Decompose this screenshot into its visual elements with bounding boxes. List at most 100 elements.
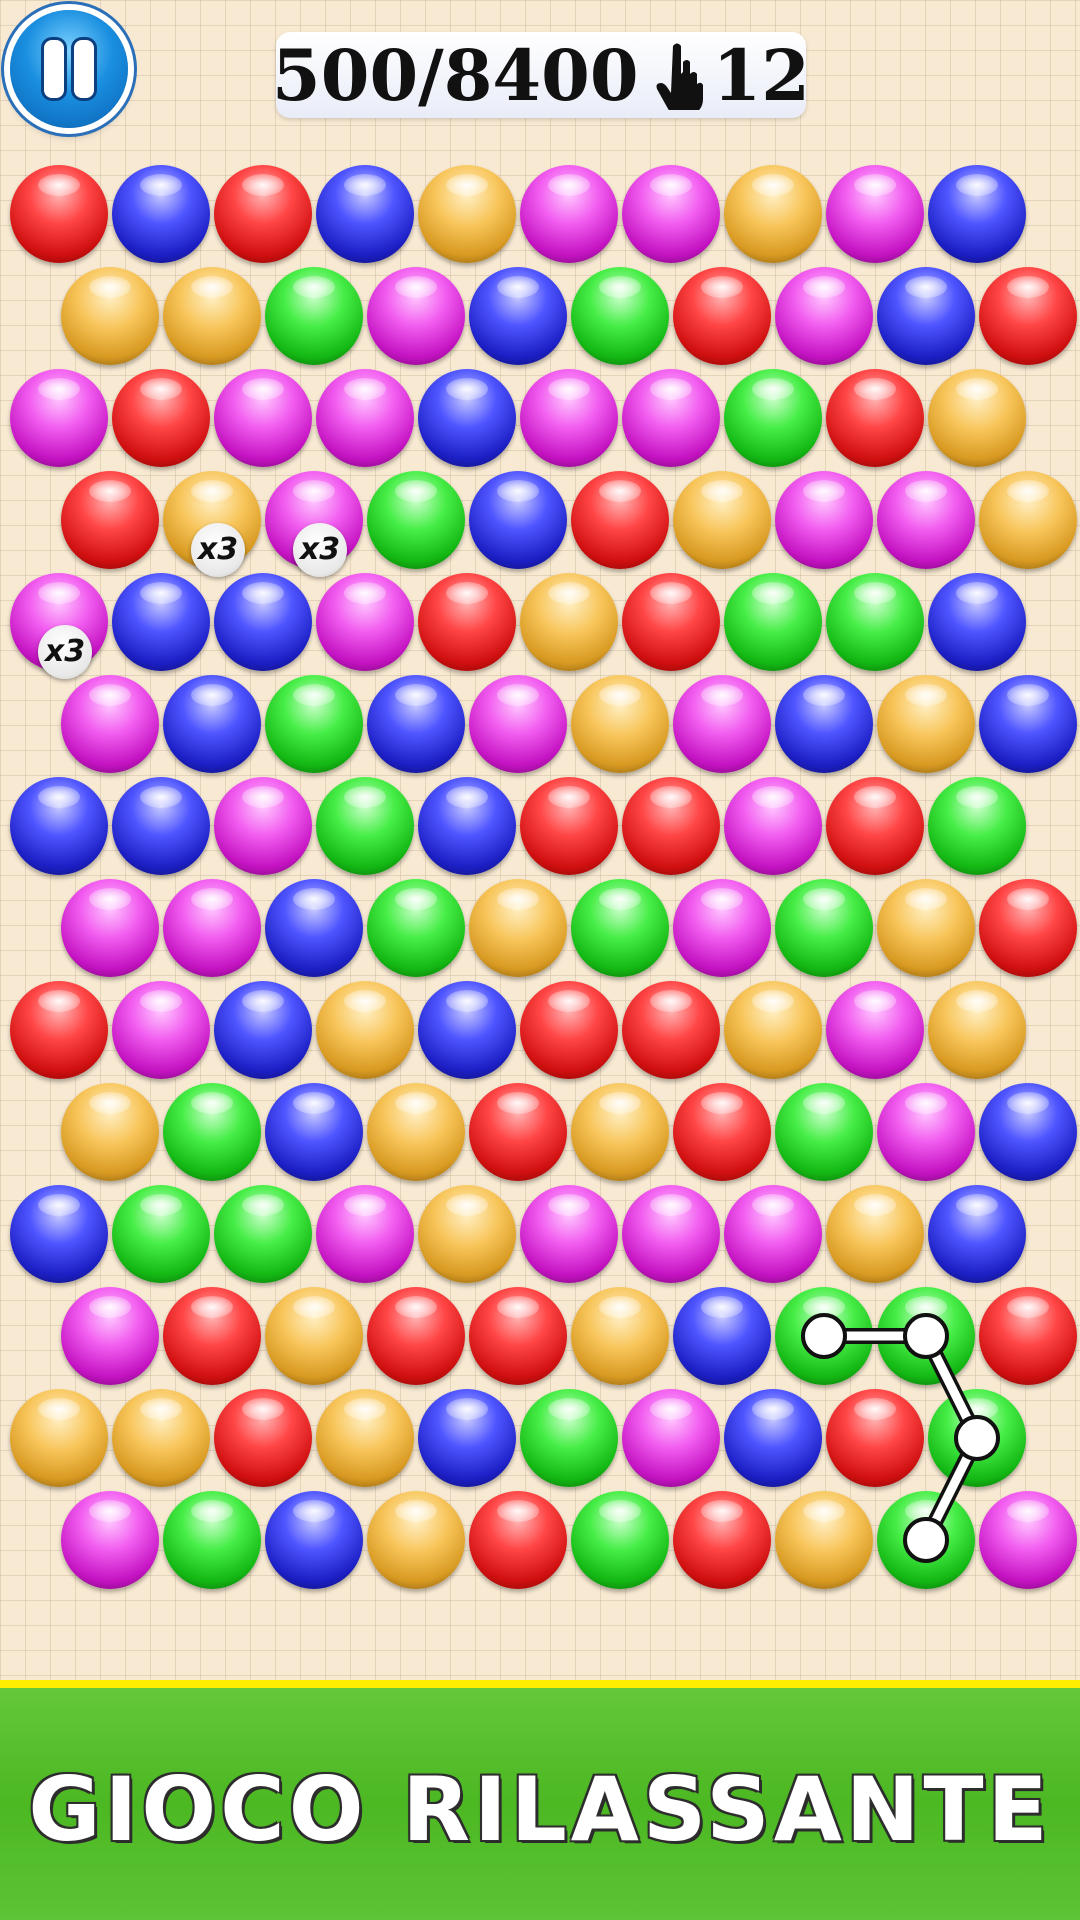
bubble-orange[interactable] xyxy=(163,267,261,365)
bubble-orange[interactable] xyxy=(928,369,1026,467)
bubble-blue[interactable] xyxy=(928,573,1026,671)
bubble-orange[interactable] xyxy=(316,981,414,1079)
bubble-magenta[interactable] xyxy=(214,369,312,467)
bubble-orange[interactable] xyxy=(418,1185,516,1283)
bubble-orange[interactable] xyxy=(724,981,822,1079)
bubble-red[interactable] xyxy=(61,471,159,569)
bubble-blue[interactable] xyxy=(979,1083,1077,1181)
bubble-green[interactable] xyxy=(571,879,669,977)
bubble-orange[interactable] xyxy=(571,1083,669,1181)
bubble-red[interactable] xyxy=(979,1287,1077,1385)
bubble-red[interactable] xyxy=(469,1491,567,1589)
bubble-blue[interactable] xyxy=(673,1287,771,1385)
bubble-magenta[interactable] xyxy=(622,165,720,263)
bubble-magenta[interactable] xyxy=(775,471,873,569)
bubble-blue[interactable] xyxy=(418,981,516,1079)
bubble-green[interactable] xyxy=(571,267,669,365)
bubble-red[interactable] xyxy=(979,267,1077,365)
bubble-blue[interactable] xyxy=(214,573,312,671)
bubble-green[interactable] xyxy=(214,1185,312,1283)
bubble-board[interactable]: x3 x3 x3 xyxy=(0,0,1080,1680)
bubble-orange[interactable] xyxy=(469,879,567,977)
bubble-green[interactable] xyxy=(877,1287,975,1385)
bubble-blue[interactable] xyxy=(214,981,312,1079)
bubble-magenta[interactable] xyxy=(316,573,414,671)
bubble-blue[interactable] xyxy=(316,165,414,263)
bubble-blue[interactable] xyxy=(877,267,975,365)
bubble-magenta[interactable] xyxy=(622,1389,720,1487)
bubble-blue[interactable] xyxy=(775,675,873,773)
bubble-magenta[interactable] xyxy=(622,369,720,467)
bubble-blue[interactable] xyxy=(10,777,108,875)
bubble-orange[interactable] xyxy=(571,675,669,773)
bubble-blue[interactable] xyxy=(469,267,567,365)
bubble-orange[interactable] xyxy=(112,1389,210,1487)
bubble-green[interactable] xyxy=(112,1185,210,1283)
bubble-magenta[interactable] xyxy=(622,1185,720,1283)
bubble-red[interactable] xyxy=(469,1287,567,1385)
bubble-blue[interactable] xyxy=(112,777,210,875)
bubble-magenta[interactable] xyxy=(163,879,261,977)
bubble-blue[interactable] xyxy=(112,165,210,263)
bubble-orange[interactable] xyxy=(826,1185,924,1283)
bubble-green[interactable] xyxy=(265,675,363,773)
bubble-red[interactable] xyxy=(214,165,312,263)
bubble-red[interactable] xyxy=(979,879,1077,977)
bubble-red[interactable] xyxy=(622,573,720,671)
bubble-red[interactable] xyxy=(10,981,108,1079)
bubble-green[interactable] xyxy=(571,1491,669,1589)
bubble-green[interactable] xyxy=(367,879,465,977)
bubble-red[interactable] xyxy=(520,981,618,1079)
bubble-red[interactable] xyxy=(826,1389,924,1487)
bubble-green[interactable] xyxy=(775,879,873,977)
bubble-red[interactable] xyxy=(826,777,924,875)
bubble-magenta[interactable] xyxy=(112,981,210,1079)
bubble-green[interactable] xyxy=(724,573,822,671)
bubble-orange[interactable] xyxy=(367,1083,465,1181)
bubble-magenta[interactable] xyxy=(520,165,618,263)
bubble-green[interactable] xyxy=(265,267,363,365)
bubble-orange[interactable] xyxy=(61,267,159,365)
pause-button[interactable] xyxy=(10,10,128,128)
bubble-green[interactable] xyxy=(316,777,414,875)
bubble-magenta[interactable] xyxy=(316,369,414,467)
bubble-orange[interactable] xyxy=(775,1491,873,1589)
bubble-red[interactable] xyxy=(622,981,720,1079)
bubble-magenta[interactable] xyxy=(61,675,159,773)
bubble-blue[interactable] xyxy=(928,1185,1026,1283)
bubble-red[interactable] xyxy=(622,777,720,875)
bubble-orange[interactable] xyxy=(520,573,618,671)
bubble-magenta[interactable] xyxy=(826,165,924,263)
bubble-magenta[interactable] xyxy=(214,777,312,875)
bubble-green[interactable] xyxy=(775,1083,873,1181)
bubble-magenta[interactable] xyxy=(10,369,108,467)
bubble-red[interactable] xyxy=(367,1287,465,1385)
bubble-magenta[interactable] xyxy=(520,1185,618,1283)
bubble-red[interactable] xyxy=(520,777,618,875)
bubble-orange[interactable] xyxy=(571,1287,669,1385)
bubble-orange[interactable] xyxy=(316,1389,414,1487)
bubble-magenta[interactable] xyxy=(724,777,822,875)
bubble-magenta[interactable] xyxy=(61,1491,159,1589)
bubble-green[interactable] xyxy=(928,777,1026,875)
bubble-orange[interactable] xyxy=(724,165,822,263)
bubble-magenta[interactable] xyxy=(877,471,975,569)
bubble-orange[interactable] xyxy=(877,675,975,773)
bubble-red[interactable] xyxy=(571,471,669,569)
bubble-magenta[interactable] xyxy=(826,981,924,1079)
bubble-orange[interactable] xyxy=(673,471,771,569)
bubble-blue[interactable] xyxy=(265,1083,363,1181)
bubble-red[interactable] xyxy=(469,1083,567,1181)
bubble-orange[interactable] xyxy=(61,1083,159,1181)
bubble-green[interactable] xyxy=(367,471,465,569)
bubble-magenta[interactable] xyxy=(673,879,771,977)
bubble-green[interactable] xyxy=(724,369,822,467)
bubble-blue[interactable] xyxy=(265,1491,363,1589)
bubble-magenta[interactable] xyxy=(316,1185,414,1283)
bubble-magenta[interactable] xyxy=(775,267,873,365)
bubble-blue[interactable] xyxy=(10,1185,108,1283)
bubble-magenta[interactable] xyxy=(367,267,465,365)
bubble-magenta[interactable] xyxy=(61,1287,159,1385)
bubble-blue[interactable] xyxy=(928,165,1026,263)
bubble-blue[interactable] xyxy=(418,1389,516,1487)
